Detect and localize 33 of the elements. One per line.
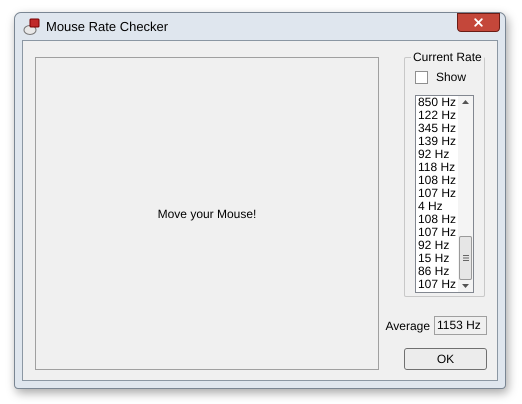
window-title: Mouse Rate Checker xyxy=(46,18,168,36)
grip-icon xyxy=(462,255,468,261)
rate-list-item[interactable]: 118 Hz xyxy=(418,161,458,174)
rate-list-item[interactable]: 92 Hz xyxy=(418,148,458,161)
ok-button[interactable]: OK xyxy=(404,348,487,370)
rate-list-item[interactable]: 108 Hz xyxy=(418,174,458,187)
scroll-up-icon xyxy=(462,100,469,104)
rate-list-item[interactable]: 108 Hz xyxy=(418,213,458,226)
average-label: Average xyxy=(386,318,430,334)
scroll-thumb[interactable] xyxy=(459,236,472,280)
close-icon xyxy=(472,16,485,28)
rate-list-item[interactable]: 107 Hz xyxy=(418,278,458,291)
app-icon xyxy=(22,18,40,36)
rate-list-item[interactable]: 4 Hz xyxy=(418,200,458,213)
drawing-area[interactable]: Move your Mouse! xyxy=(35,57,379,370)
rate-list-item[interactable]: 15 Hz xyxy=(418,252,458,265)
close-button[interactable] xyxy=(457,12,500,32)
rate-list-item[interactable]: 86 Hz xyxy=(418,265,458,278)
average-field: 1153 Hz xyxy=(434,316,487,335)
rate-list-item[interactable]: 92 Hz xyxy=(418,239,458,252)
rate-list-item[interactable]: 139 Hz xyxy=(418,135,458,148)
rate-list-item[interactable]: 850 Hz xyxy=(418,96,458,109)
canvas-message: Move your Mouse! xyxy=(158,206,256,222)
show-checkbox[interactable] xyxy=(415,70,428,84)
rate-list-item[interactable]: 345 Hz xyxy=(418,122,458,135)
checkbox-label: Show xyxy=(436,69,466,86)
rate-list[interactable]: 850 Hz 122 Hz 345 Hz 139 Hz 92 Hz 118 Hz 108 Hz 107 Hz 4 Hz 108 Hz 107 Hz 92 Hz 15 Hz 86 Hz 107 Hz xyxy=(415,95,474,293)
rate-list-item[interactable]: 107 Hz xyxy=(418,226,458,239)
scrollbar[interactable] xyxy=(458,96,473,292)
scroll-down-icon xyxy=(462,284,469,288)
rate-list-item[interactable]: 107 Hz xyxy=(418,187,458,200)
group-title: Current Rate xyxy=(411,50,484,64)
rate-list-item[interactable]: 122 Hz xyxy=(418,109,458,122)
